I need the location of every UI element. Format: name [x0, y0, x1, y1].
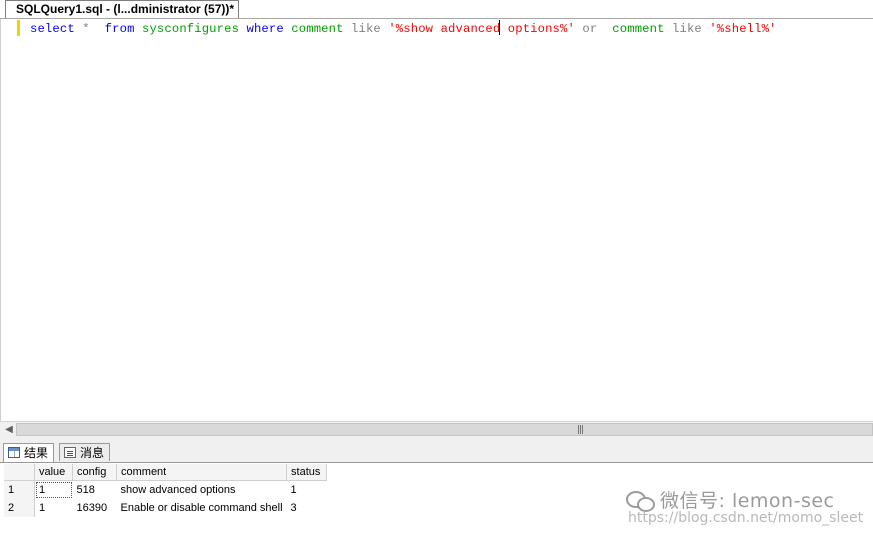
cell-status[interactable]: 3: [287, 499, 327, 517]
keyword-from: from: [104, 22, 135, 36]
wechat-watermark: 微信号: lemon-sec: [626, 486, 834, 513]
cell-config[interactable]: 518: [73, 481, 117, 500]
table-row[interactable]: 1 1 518 show advanced options 1: [4, 480, 327, 500]
string-literal-1b: options%': [500, 22, 575, 36]
keyword-select: select: [30, 22, 75, 36]
results-tab-strip: 结果 消息: [0, 438, 873, 463]
operator-like-1: like: [351, 22, 381, 36]
column-comment-2: comment: [612, 22, 665, 36]
row-number[interactable]: 2: [4, 499, 35, 517]
operator-star: *: [82, 22, 90, 36]
tab-results[interactable]: 结果: [3, 443, 55, 462]
scrollbar-grip-icon: |||: [577, 425, 584, 435]
query-editor[interactable]: select * from sysconfigures where commen…: [0, 19, 873, 421]
cell-value[interactable]: 1: [35, 499, 73, 517]
cell-status[interactable]: 1: [287, 481, 327, 500]
column-header-value[interactable]: value: [34, 464, 73, 481]
results-grid-icon: [8, 447, 20, 458]
results-grid: value config comment status 1 1 518 show…: [4, 464, 328, 517]
scrollbar-thumb[interactable]: |||: [16, 423, 873, 436]
tab-results-label: 结果: [24, 446, 49, 460]
document-tab-strip: SQLQuery1.sql - (l...dministrator (57))*: [0, 0, 873, 19]
messages-icon: [64, 447, 76, 458]
row-number[interactable]: 1: [4, 480, 35, 499]
row-number-header[interactable]: [4, 464, 35, 481]
column-header-status[interactable]: status: [286, 464, 328, 481]
cell-value[interactable]: 1: [35, 481, 73, 500]
column-header-comment[interactable]: comment: [116, 464, 288, 481]
wechat-watermark-text: 微信号: lemon-sec: [660, 490, 835, 512]
cell-config[interactable]: 16390: [73, 499, 117, 517]
string-literal-1a: '%show advanced: [388, 22, 501, 36]
operator-or: or: [582, 22, 598, 36]
keyword-where: where: [246, 22, 284, 36]
wechat-icon: [626, 490, 655, 512]
editor-horizontal-scrollbar[interactable]: ◀ |||: [0, 421, 873, 439]
cell-comment[interactable]: Enable or disable command shell: [117, 499, 287, 517]
string-literal-2: '%shell%': [709, 22, 777, 36]
tab-messages-label: 消息: [80, 446, 105, 460]
column-header-config[interactable]: config: [72, 464, 117, 481]
table-name: sysconfigures: [142, 22, 240, 36]
operator-like-2: like: [672, 22, 702, 36]
column-comment-1: comment: [291, 22, 344, 36]
cell-comment[interactable]: show advanced options: [117, 481, 287, 500]
url-watermark: https://blog.csdn.net/momo_sleet: [628, 510, 864, 526]
code-line-1[interactable]: select * from sysconfigures where commen…: [30, 20, 777, 36]
table-row[interactable]: 2 1 16390 Enable or disable command shel…: [4, 499, 327, 517]
tab-messages[interactable]: 消息: [59, 443, 111, 461]
document-tab-sqlquery1[interactable]: SQLQuery1.sql - (l...dministrator (57))*: [5, 0, 240, 18]
grid-header-row: value config comment status: [4, 464, 328, 481]
scroll-left-arrow-icon[interactable]: ◀: [2, 423, 16, 437]
change-tracking-bar: [17, 20, 20, 36]
